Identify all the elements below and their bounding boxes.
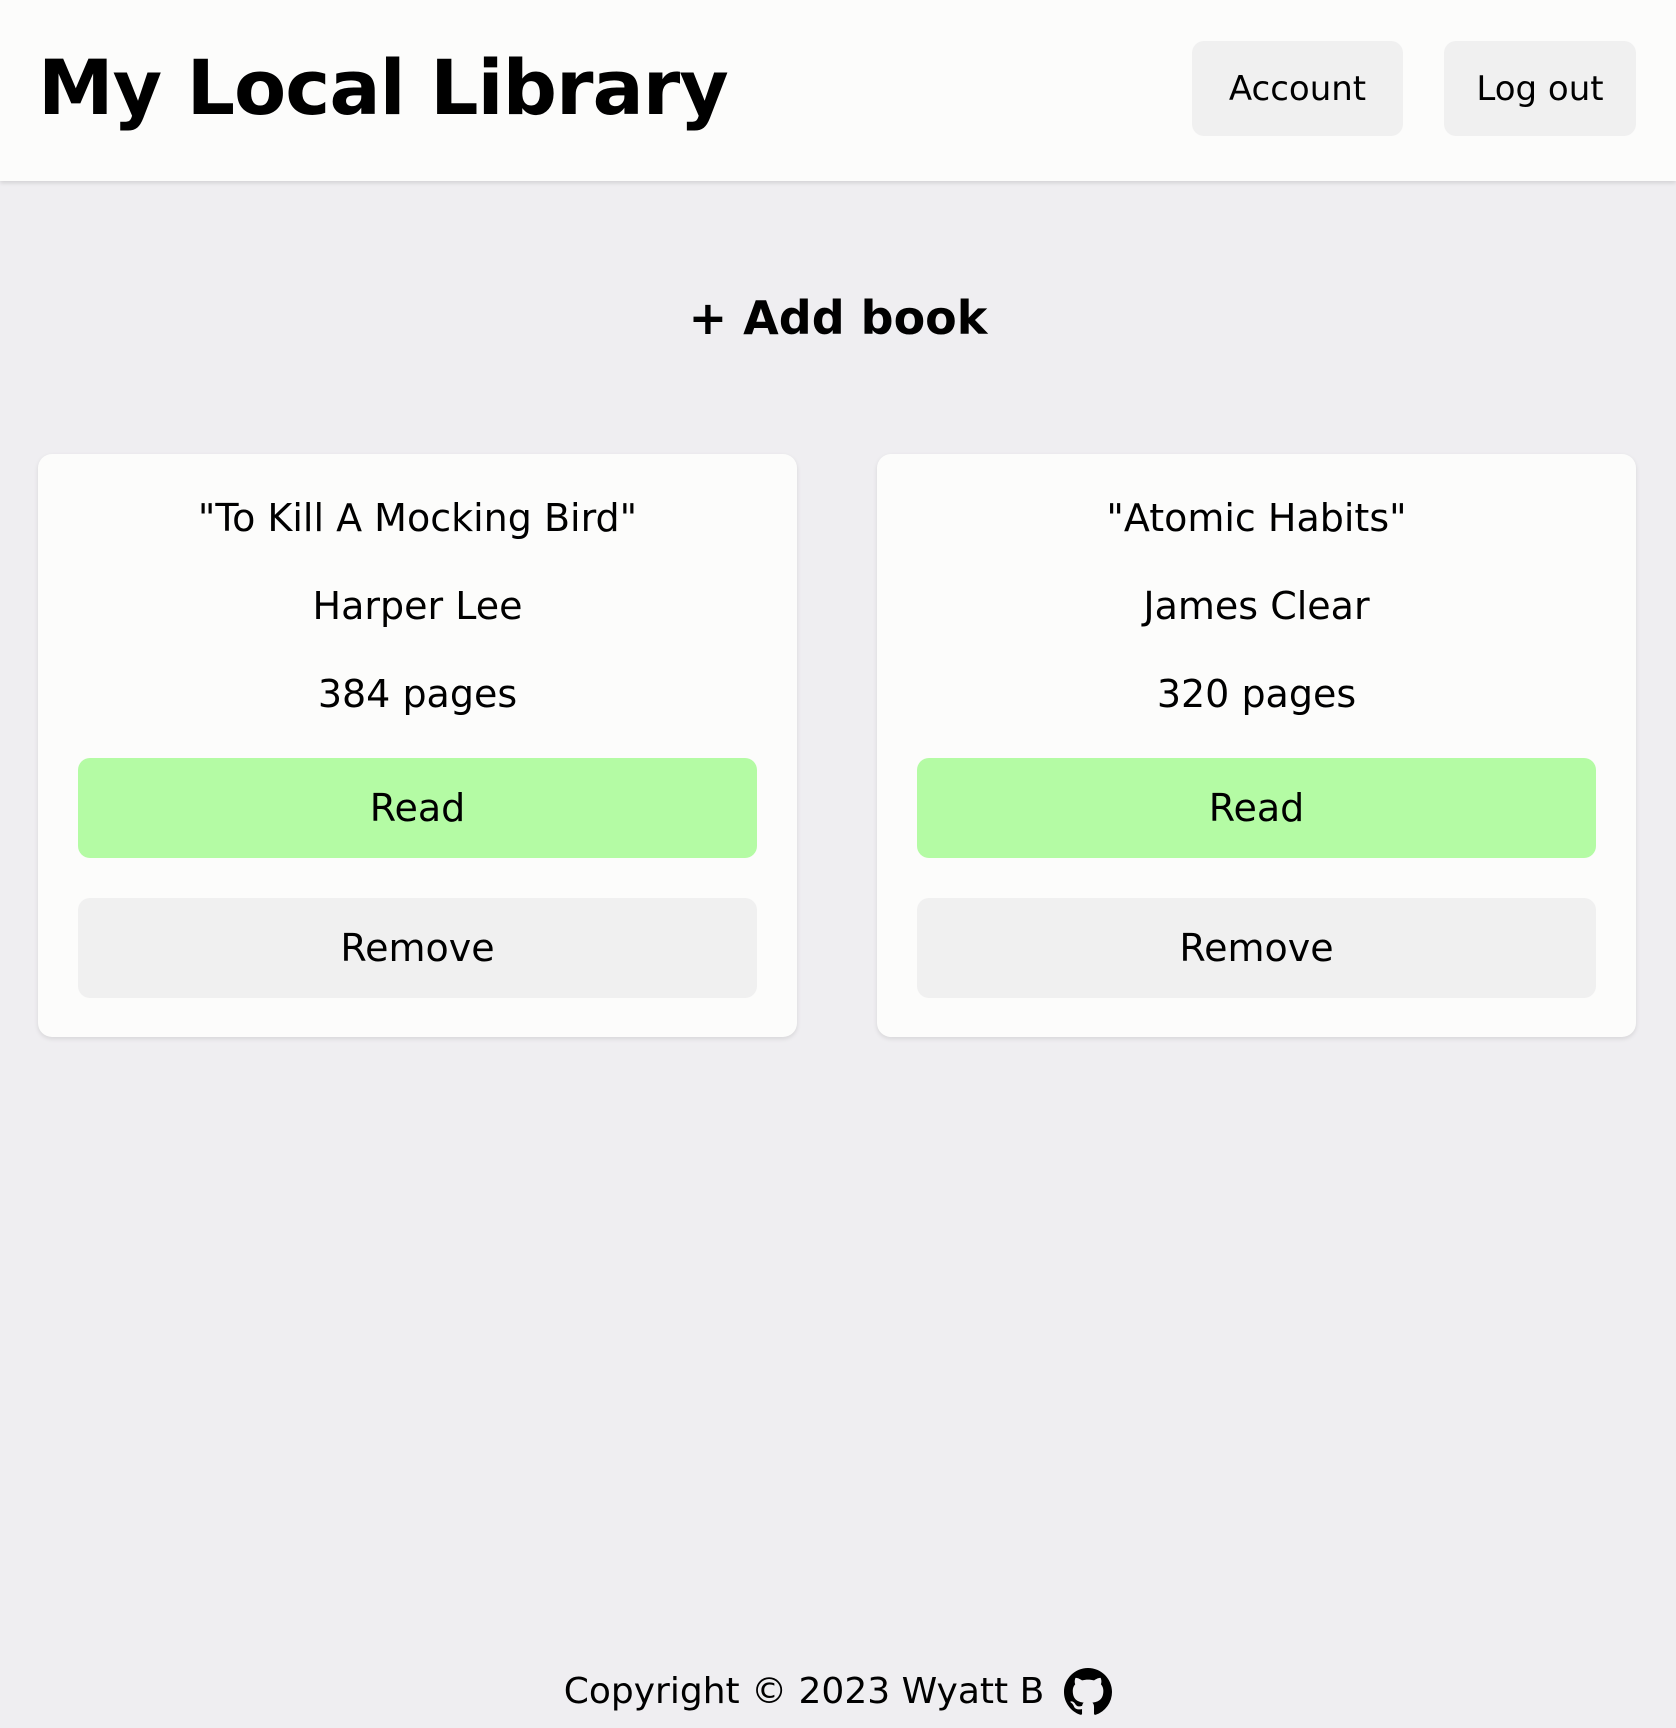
remove-button[interactable]: Remove <box>78 898 757 998</box>
read-toggle-button[interactable]: Read <box>917 758 1596 858</box>
app-title: My Local Library <box>38 43 729 132</box>
add-book-button[interactable]: + Add book <box>0 280 1676 356</box>
github-icon[interactable] <box>1064 1667 1113 1716</box>
read-toggle-button[interactable]: Read <box>78 758 757 858</box>
book-author: James Clear <box>1143 584 1370 628</box>
book-card: "Atomic Habits" James Clear 320 pages Re… <box>877 454 1636 1037</box>
logout-button[interactable]: Log out <box>1444 41 1636 136</box>
book-pages: 320 pages <box>1156 672 1357 716</box>
remove-button[interactable]: Remove <box>917 898 1596 998</box>
account-button[interactable]: Account <box>1192 41 1403 136</box>
book-title: "To Kill A Mocking Bird" <box>197 496 638 540</box>
book-title: "Atomic Habits" <box>1106 496 1407 540</box>
book-pages: 384 pages <box>317 672 518 716</box>
book-card: "To Kill A Mocking Bird" Harper Lee 384 … <box>38 454 797 1037</box>
footer: Copyright © 2023 Wyatt B <box>0 1655 1676 1728</box>
app-header: My Local Library Account Log out <box>0 0 1676 181</box>
copyright-text: Copyright © 2023 Wyatt B <box>563 1670 1045 1712</box>
book-author: Harper Lee <box>312 584 523 628</box>
